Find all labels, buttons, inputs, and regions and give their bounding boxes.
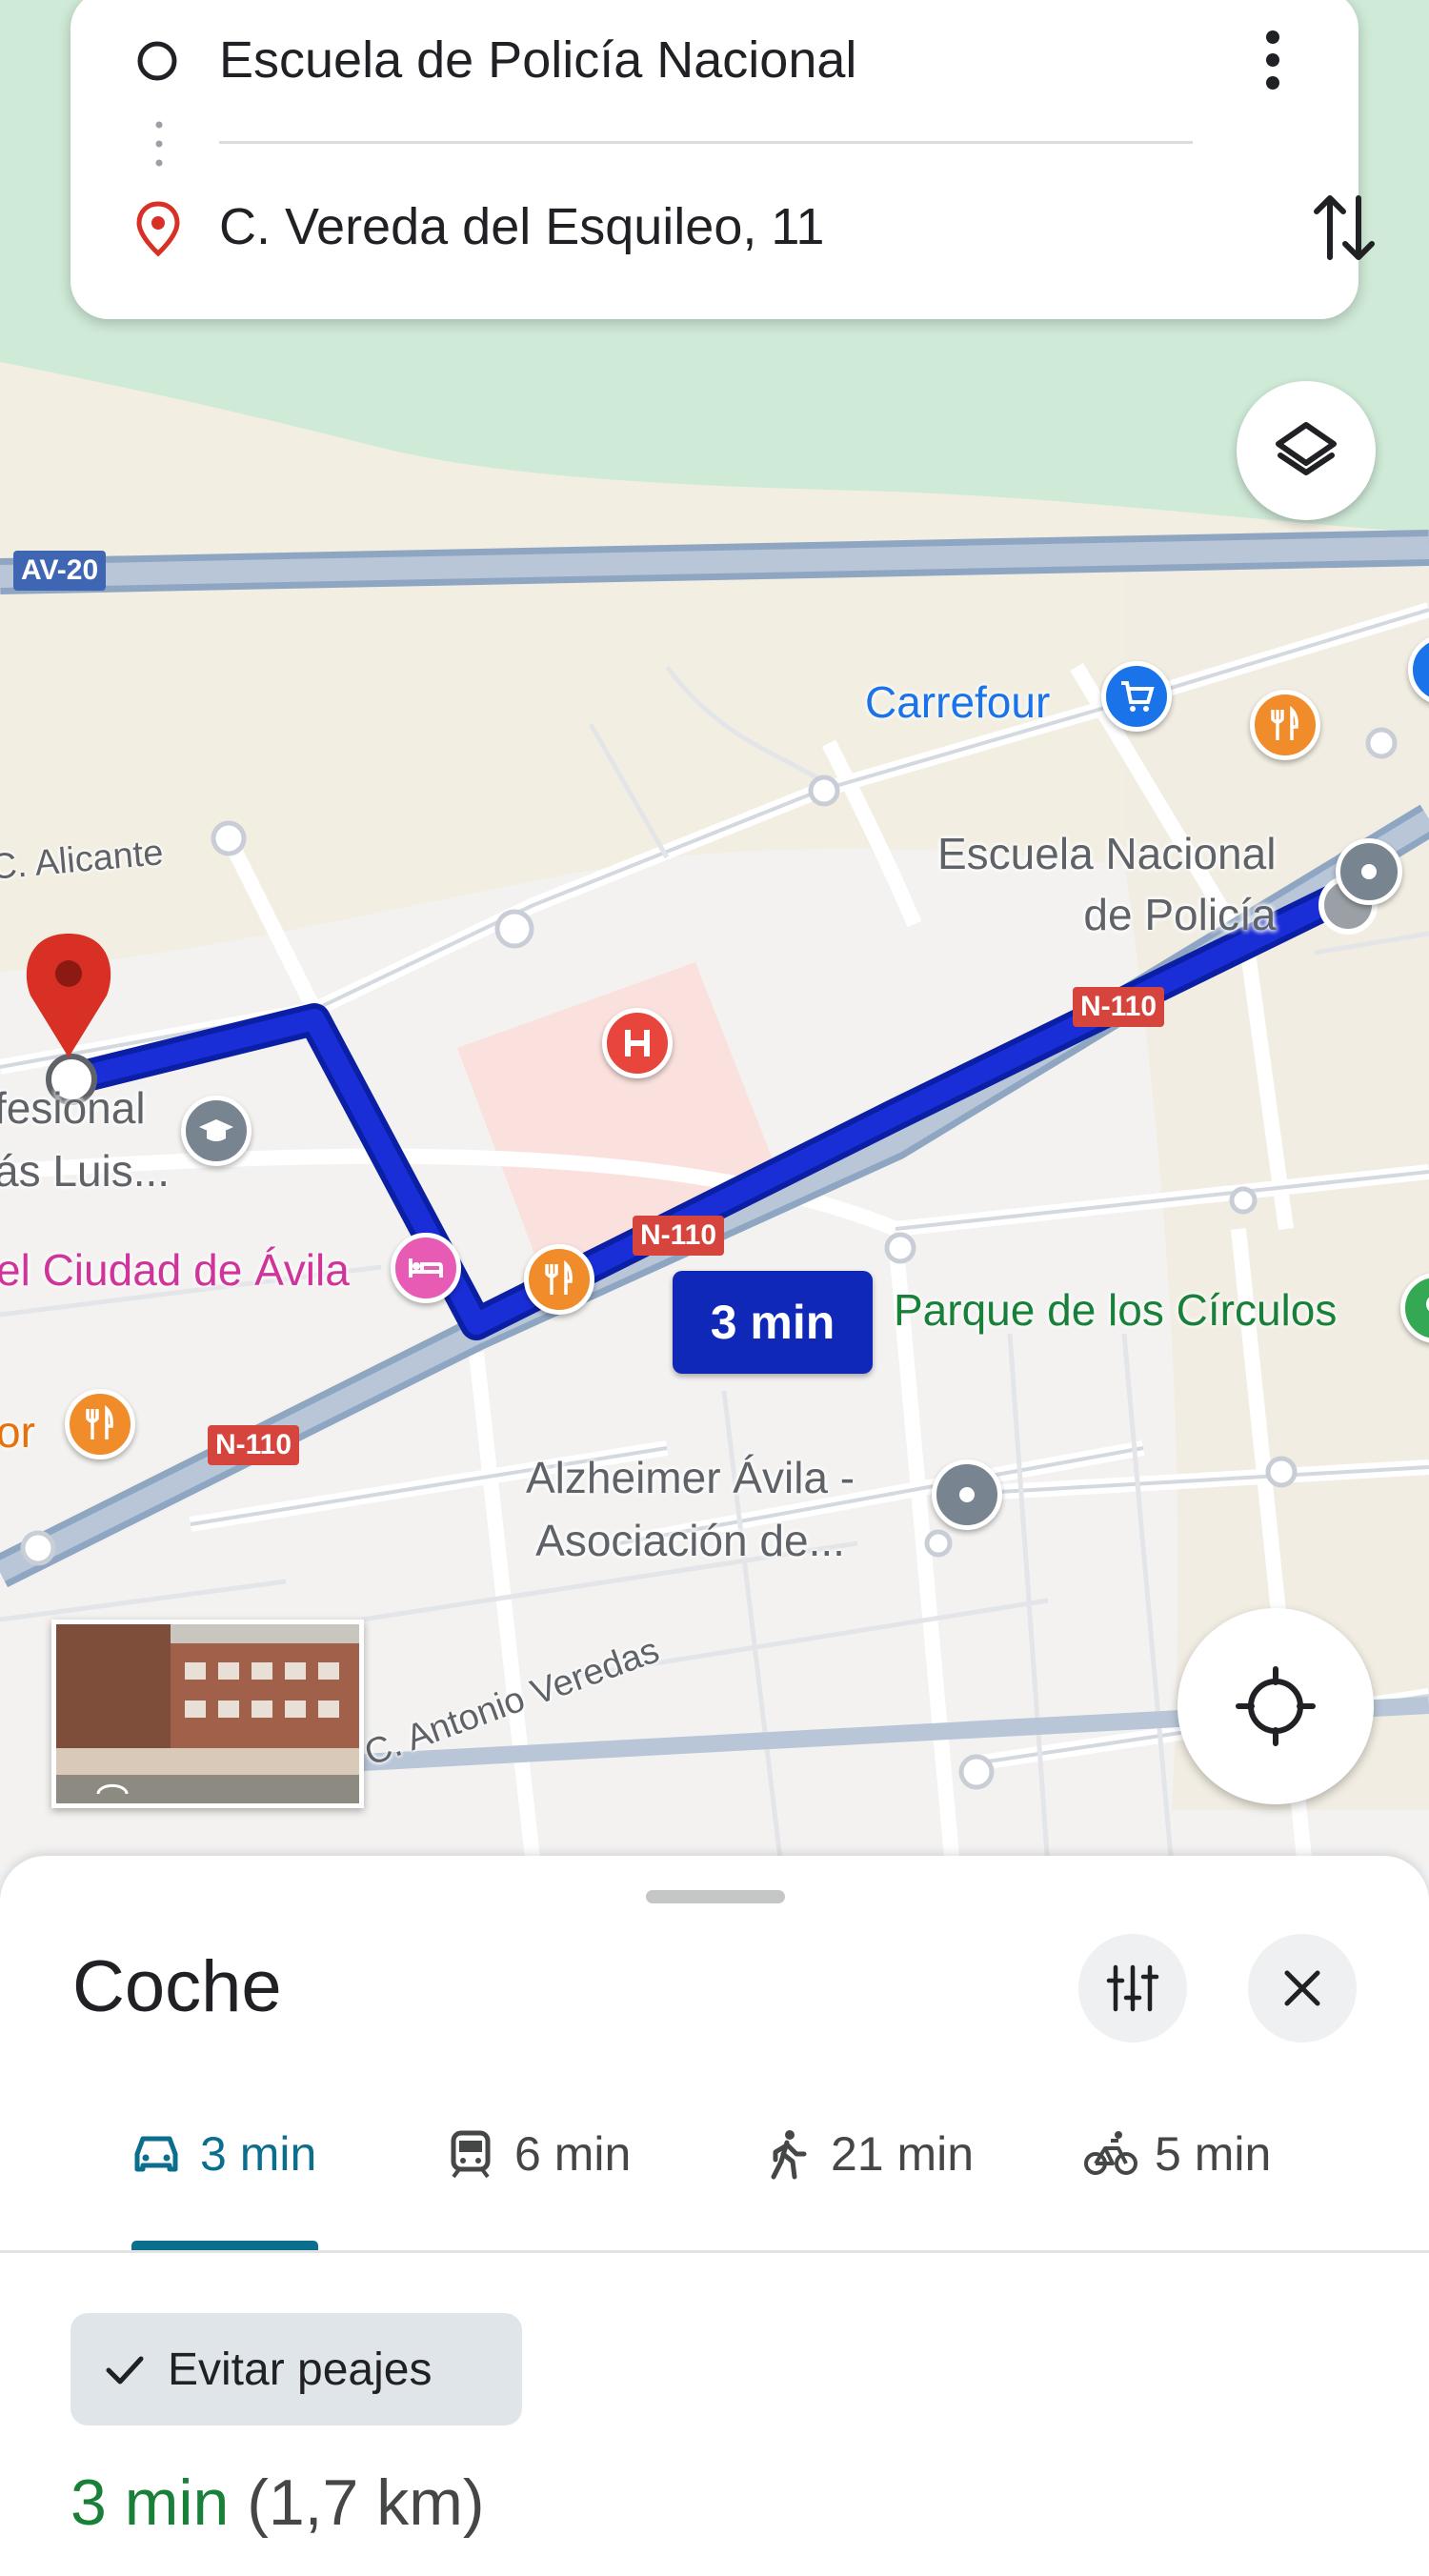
street-view-thumbnail[interactable] — [51, 1620, 364, 1808]
poi-label-escuela[interactable]: Escuela Nacional de Policía — [937, 823, 1276, 945]
graduation-cap-icon — [199, 1119, 233, 1141]
directions-card: Escuela de Policía Nacional C. Vereda de… — [70, 0, 1375, 319]
avoid-tolls-chip[interactable]: Evitar peajes — [70, 2313, 522, 2425]
origin-row[interactable]: Escuela de Policía Nacional — [70, 0, 1359, 127]
mode-label-walk: 21 min — [831, 2127, 975, 2181]
hospital-icon — [625, 1030, 650, 1057]
sheet-title: Coche — [72, 1946, 282, 2027]
sheet-divider — [0, 2250, 1429, 2253]
mode-label-bike: 5 min — [1155, 2127, 1272, 2181]
mode-tab-transit[interactable]: 6 min — [444, 2102, 631, 2206]
car-icon — [134, 2136, 178, 2172]
fork-knife-icon — [545, 1260, 573, 1295]
shopping-cart-icon — [1121, 681, 1155, 712]
summary-distance: (1,7 km) — [247, 2466, 485, 2539]
mode-label-transit: 6 min — [514, 2127, 632, 2181]
bike-icon — [1084, 2131, 1137, 2175]
route-time-bubble[interactable]: 3 min — [673, 1271, 873, 1374]
destination-text[interactable]: C. Vereda del Esquileo, 11 — [219, 197, 824, 256]
walk-icon — [771, 2130, 807, 2180]
crosshair-icon — [1236, 1666, 1316, 1746]
train-icon — [451, 2130, 491, 2179]
alzheimer-pin[interactable] — [932, 1459, 1002, 1530]
map-view[interactable]: Escuela de Policía Nacional C. Vereda de… — [0, 0, 1429, 1867]
street-view-image — [56, 1624, 359, 1803]
road-shield-n110: N-110 — [208, 1425, 300, 1465]
card-divider — [219, 141, 1193, 144]
more-options-icon[interactable] — [1261, 26, 1284, 94]
route-summary: 3 min (1,7 km) — [70, 2465, 485, 2540]
poi-label-hotel[interactable]: el Ciudad de Ávila — [0, 1244, 350, 1296]
restaurant-pin[interactable] — [65, 1389, 135, 1459]
fork-knife-icon — [86, 1405, 113, 1439]
avoid-tolls-label: Evitar peajes — [168, 2344, 433, 2395]
place-dot-icon — [1361, 864, 1377, 879]
poi-label-carrefour[interactable]: Carrefour — [865, 676, 1050, 728]
close-icon — [1284, 1970, 1320, 2006]
directions-sheet: Coche 3 min 6 min 21 min 5 min Evitar pe… — [0, 1856, 1429, 2576]
route-options-button[interactable] — [1078, 1934, 1187, 2043]
close-button[interactable] — [1248, 1934, 1357, 2043]
road-shield-n110: N-110 — [633, 1216, 725, 1256]
travel-mode-tabs: 3 min 6 min 21 min 5 min — [0, 2102, 1429, 2206]
poi-label-alzheimer[interactable]: Alzheimer Ávila - Asociación de... — [526, 1446, 855, 1572]
mode-tab-bike[interactable]: 5 min — [1084, 2102, 1271, 2206]
fork-knife-icon — [1271, 706, 1298, 740]
escuela-pin[interactable] — [1336, 838, 1402, 905]
road-shield-n110: N-110 — [1073, 987, 1165, 1027]
hotel-pin[interactable] — [391, 1233, 461, 1303]
hospital-pin[interactable] — [602, 1008, 673, 1078]
place-dot-icon — [959, 1487, 975, 1502]
tree-icon — [1426, 1297, 1429, 1312]
sheet-drag-handle[interactable] — [646, 1890, 785, 1903]
active-mode-indicator — [131, 2241, 318, 2250]
swap-icon[interactable] — [1311, 191, 1378, 265]
my-location-button[interactable] — [1177, 1608, 1374, 1804]
tune-sliders-icon — [1106, 1964, 1159, 2012]
destination-pin-icon — [136, 201, 180, 257]
road-shield-av20: AV-20 — [13, 551, 107, 591]
layers-icon — [1276, 422, 1337, 475]
poi-label-parque[interactable]: Parque de los Círculos — [894, 1284, 1337, 1336]
layers-button[interactable] — [1237, 381, 1376, 520]
destination-row[interactable]: C. Vereda del Esquileo, 11 — [70, 160, 1375, 293]
summary-time: 3 min — [70, 2466, 230, 2539]
school-pin[interactable] — [181, 1096, 252, 1166]
restaurant-pin[interactable] — [1250, 690, 1320, 760]
restaurant-pin[interactable] — [524, 1244, 594, 1315]
bed-icon — [409, 1258, 443, 1278]
destination-pin-shape — [26, 934, 111, 1057]
poi-label-fesional[interactable]: fesional ás Luis... — [0, 1077, 170, 1202]
poi-label-or[interactable]: or — [0, 1406, 35, 1458]
carrefour-pin[interactable] — [1101, 661, 1172, 732]
origin-circle-icon — [137, 41, 177, 81]
mode-tab-car[interactable]: 3 min — [130, 2102, 316, 2206]
mode-tab-walk[interactable]: 21 min — [760, 2102, 974, 2206]
checkmark-icon — [106, 2356, 144, 2385]
mode-label-car: 3 min — [200, 2127, 317, 2181]
origin-text[interactable]: Escuela de Policía Nacional — [219, 30, 856, 90]
